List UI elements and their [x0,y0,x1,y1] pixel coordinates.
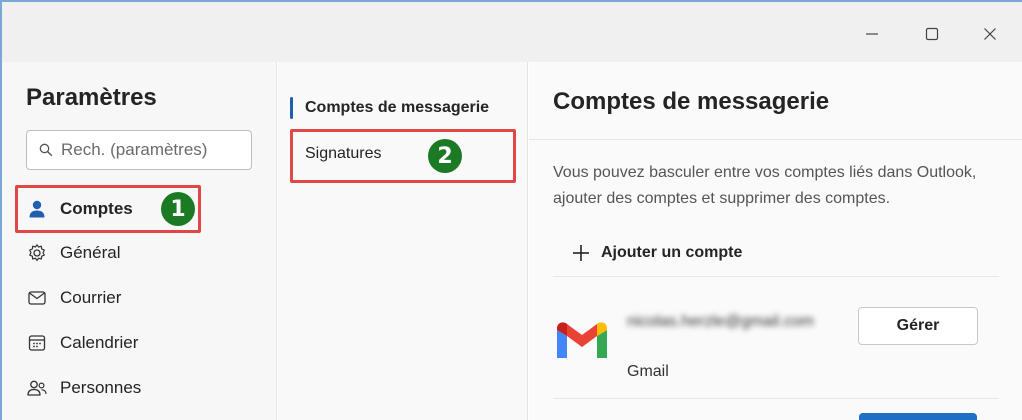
sidebar-item-personnes[interactable]: Personnes [26,368,266,408]
sidebar-item-label: Général [60,243,121,262]
manage-account-button[interactable]: Gérer [858,307,978,345]
step-badge-2: 2 [428,139,462,173]
settings-window: Paramètres Comptes Général Co [0,0,1022,420]
divider [553,276,999,277]
gear-icon [26,242,48,264]
settings-sidebar: Paramètres Comptes Général Co [2,62,277,420]
sidebar-item-label: Calendrier [60,333,139,352]
add-account-button[interactable]: Ajouter un compte [571,238,742,268]
subnav-item-comptes-messagerie[interactable]: Comptes de messagerie [290,90,515,126]
account-email: nicolas.herzle@gmail.com [627,313,814,330]
sidebar-item-calendrier[interactable]: Calendrier [26,323,266,363]
close-icon[interactable] [970,14,1010,54]
settings-title: Paramètres [26,84,157,111]
sidebar-item-general[interactable]: Général [26,233,266,273]
minimize-icon[interactable] [852,14,892,54]
search-icon [39,143,53,157]
settings-subnav: Comptes de messagerie Signatures 2 [278,62,528,420]
accounts-description: Vous pouvez basculer entre vos comptes l… [553,164,977,207]
plus-icon [571,243,591,263]
divider [553,398,999,399]
settings-content: Comptes de messagerie Vous pouvez bascul… [529,62,1022,420]
account-row: nicolas.herzle@gmail.com Gmail Gérer [553,300,999,390]
account-type: Gmail [627,363,669,380]
settings-search[interactable] [26,130,252,170]
highlight-box-signatures [290,129,516,183]
gmail-logo-icon [553,318,611,362]
partial-account-button[interactable] [859,413,977,420]
title-bar [2,2,1022,62]
people-icon [26,377,48,399]
sidebar-item-courrier[interactable]: Courrier [26,278,266,318]
mail-icon [26,287,48,309]
page-title: Comptes de messagerie [553,88,830,115]
maximize-icon[interactable] [912,14,952,54]
sidebar-item-label: Courrier [60,288,122,307]
step-badge-1: 1 [161,192,195,226]
search-input[interactable] [61,140,241,160]
add-account-label: Ajouter un compte [601,244,743,261]
calendar-icon [26,332,48,354]
content-header: Comptes de messagerie [529,62,1022,140]
subnav-item-label: Comptes de messagerie [305,99,490,116]
sidebar-item-label: Personnes [60,378,142,397]
